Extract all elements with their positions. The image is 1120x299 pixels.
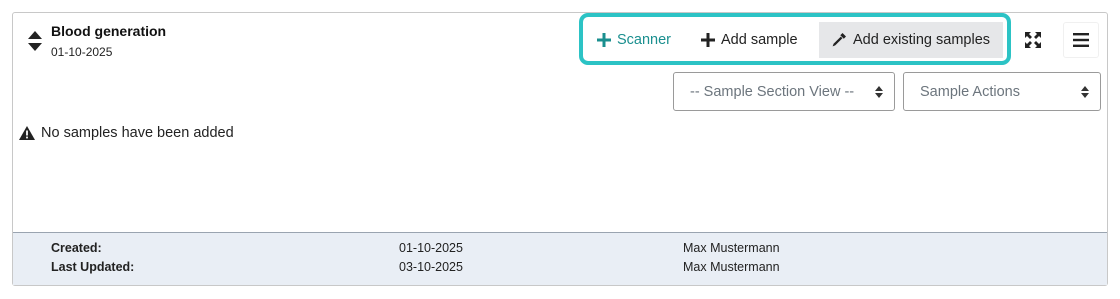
section-date: 01-10-2025: [51, 45, 113, 59]
select-caret-icon: [875, 86, 883, 98]
expand-icon: [1025, 32, 1041, 48]
section-title: Blood generation: [51, 23, 167, 39]
add-existing-samples-label: Add existing samples: [853, 32, 991, 48]
expand-button[interactable]: [1015, 22, 1051, 58]
created-label: Created:: [51, 241, 102, 255]
sample-actions-select[interactable]: Sample Actions: [903, 72, 1101, 111]
hamburger-icon: [1073, 33, 1089, 47]
sample-section-view-value: -- Sample Section View --: [690, 83, 855, 100]
sample-section-view-select[interactable]: -- Sample Section View --: [673, 72, 895, 111]
empty-samples-message: No samples have been added: [19, 125, 234, 141]
sample-actions-value: Sample Actions: [920, 83, 1020, 100]
plus-icon: [597, 33, 611, 47]
select-caret-icon: [1081, 86, 1089, 98]
updated-label: Last Updated:: [51, 260, 135, 274]
scanner-button-label: Scanner: [617, 32, 672, 48]
eyedropper-icon: [832, 33, 846, 47]
updated-by: Max Mustermann: [683, 260, 780, 274]
warning-icon: [19, 126, 35, 140]
scanner-button[interactable]: Scanner: [591, 22, 691, 58]
add-sample-label: Add sample: [721, 32, 798, 48]
section-footer: Created: 01-10-2025 Max Mustermann Last …: [13, 232, 1107, 285]
add-existing-samples-button[interactable]: Add existing samples: [819, 22, 1003, 58]
add-sample-button[interactable]: Add sample: [695, 22, 817, 58]
empty-samples-text: No samples have been added: [41, 125, 234, 141]
sort-icon[interactable]: [27, 29, 43, 53]
updated-date: 03-10-2025: [399, 260, 463, 274]
sample-section-card: Blood generation 01-10-2025 Scanner Add …: [12, 12, 1108, 286]
created-date: 01-10-2025: [399, 241, 463, 255]
created-by: Max Mustermann: [683, 241, 780, 255]
menu-button[interactable]: [1063, 22, 1099, 58]
plus-icon: [701, 33, 715, 47]
